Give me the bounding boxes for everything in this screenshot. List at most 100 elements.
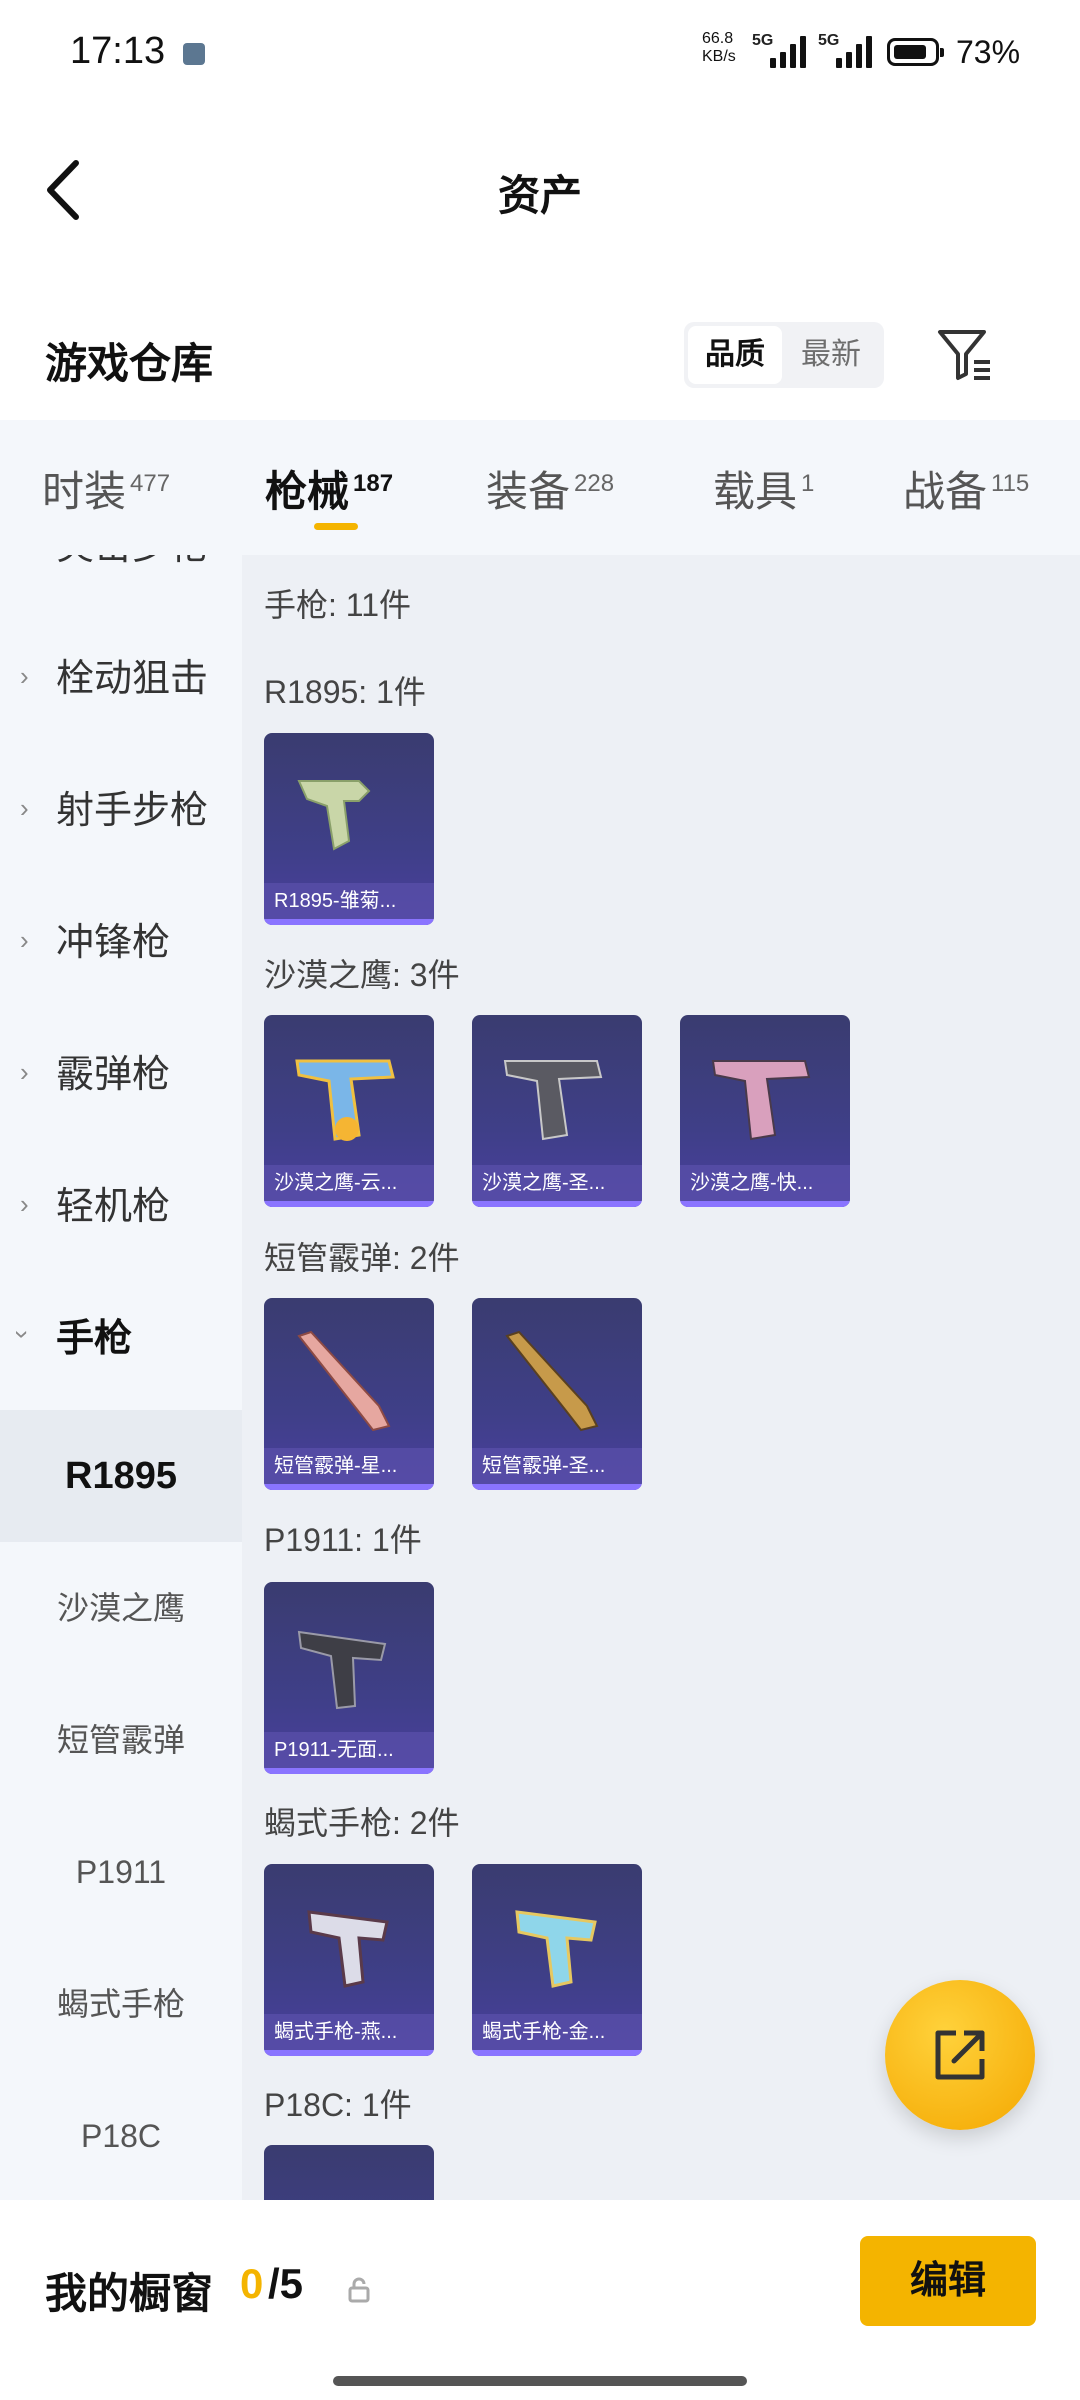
weapon-card[interactable]: 蝎式手枪-金... bbox=[472, 1864, 642, 2056]
tab-vehicles[interactable]: 载具 1 bbox=[713, 458, 814, 519]
pistol-image-icon bbox=[503, 1060, 603, 1141]
showcase-label: 我的橱窗 bbox=[45, 2270, 214, 2317]
showcase-total-count: /5 bbox=[268, 2260, 304, 2307]
sort-latest-button[interactable]: 最新 bbox=[784, 326, 878, 384]
weapon-card[interactable]: 短管霰弹-圣... bbox=[472, 1298, 642, 1490]
weapon-card[interactable] bbox=[264, 2145, 434, 2200]
tab-label: 战备 bbox=[903, 468, 988, 515]
tab-label: 时装 bbox=[42, 468, 127, 515]
weapon-card[interactable]: 沙漠之鹰-云... bbox=[264, 1015, 434, 1207]
weapon-card[interactable]: 蝎式手枪-燕... bbox=[264, 1864, 434, 2056]
weapon-card[interactable]: 短管霰弹-星... bbox=[264, 1298, 434, 1490]
battery-icon bbox=[887, 38, 944, 66]
weapon-card-label: 沙漠之鹰-圣... bbox=[472, 1165, 642, 1201]
signal-type-2: 5G bbox=[818, 32, 840, 49]
page-title: 资产 bbox=[497, 172, 582, 219]
sidebar-item-bolt-sniper[interactable]: › 栓动狙击 bbox=[0, 607, 242, 739]
sort-quality-button[interactable]: 品质 bbox=[688, 326, 782, 384]
share-icon[interactable] bbox=[885, 1980, 1035, 2130]
weapon-card[interactable]: 沙漠之鹰-快... bbox=[680, 1015, 850, 1207]
category-tabs: 时装 477 枪械 187 装备 228 载具 1 战备 115 bbox=[0, 420, 1080, 555]
sidebar-item-label: 突击步枪 bbox=[56, 555, 208, 570]
signal-type-1: 5G bbox=[752, 32, 774, 49]
weapon-card-label: 短管霰弹-圣... bbox=[472, 1448, 642, 1484]
sidebar-item-lmg[interactable]: › 轻机枪 bbox=[0, 1135, 242, 1267]
shotgun-image-icon bbox=[505, 1330, 599, 1432]
sidebar-sub-desert-eagle[interactable]: 沙漠之鹰 bbox=[0, 1542, 242, 1674]
shotgun-image-icon bbox=[297, 1330, 391, 1432]
home-indicator[interactable] bbox=[333, 2376, 747, 2386]
notification-icon bbox=[183, 43, 205, 65]
filter-icon[interactable] bbox=[934, 322, 994, 388]
sidebar-sub-sawed-off[interactable]: 短管霰弹 bbox=[0, 1674, 242, 1806]
weapon-card[interactable]: R1895-雏菊... bbox=[264, 733, 434, 925]
lock-icon bbox=[345, 2276, 373, 2304]
tab-count: 477 bbox=[130, 470, 171, 497]
showcase-bar: 我的橱窗 0 /5 编辑 bbox=[0, 2200, 1080, 2400]
active-tab-indicator bbox=[314, 523, 358, 530]
weapon-category-sidebar: › 突击步枪 › 栓动狙击 › 射手步枪 › 冲锋枪 › 霰弹枪 › 轻机枪 ›… bbox=[0, 555, 242, 2200]
tab-count: 1 bbox=[801, 470, 815, 497]
weapon-card[interactable]: P1911-无面... bbox=[264, 1582, 434, 1774]
sidebar-item-label: 射手步枪 bbox=[56, 790, 209, 832]
group-title: R1895: 1件 bbox=[264, 674, 426, 710]
signal-icon-2: 5G bbox=[818, 32, 878, 68]
smg-pistol-image-icon bbox=[307, 1910, 389, 1988]
signal-icon: 5G bbox=[752, 32, 812, 68]
weapon-card-label: R1895-雏菊... bbox=[264, 883, 434, 919]
weapon-card-label: 蝎式手枪-金... bbox=[472, 2014, 642, 2050]
tab-fashion[interactable]: 时装 477 bbox=[42, 458, 170, 519]
sidebar-sub-p18c[interactable]: P18C bbox=[0, 2070, 242, 2200]
edit-button[interactable]: 编辑 bbox=[860, 2236, 1036, 2326]
sidebar-item-label: 轻机枪 bbox=[56, 1186, 171, 1228]
sidebar-item-shotgun[interactable]: › 霰弹枪 bbox=[0, 1003, 242, 1135]
status-bar: 17:13 66.8 KB/s 5G 5G 73% bbox=[0, 0, 1080, 110]
network-speed: 66.8 KB/s bbox=[702, 30, 736, 66]
showcase-current-count: 0 bbox=[240, 2260, 264, 2307]
pistol-image-icon bbox=[297, 1630, 387, 1710]
tab-count: 228 bbox=[574, 470, 615, 497]
group-title: P18C: 1件 bbox=[264, 2087, 412, 2123]
tab-count: 115 bbox=[991, 470, 1030, 497]
sidebar-item-assault-rifle[interactable]: › 突击步枪 bbox=[0, 555, 242, 607]
sidebar-item-smg[interactable]: › 冲锋枪 bbox=[0, 871, 242, 1003]
weapon-card-label: P1911-无面... bbox=[264, 1732, 434, 1768]
pistol-image-icon bbox=[295, 1059, 395, 1141]
chevron-right-icon: › bbox=[20, 555, 29, 560]
tab-label: 装备 bbox=[486, 468, 571, 515]
group-title: 蝎式手枪: 2件 bbox=[264, 1805, 460, 1841]
weapon-card-label: 沙漠之鹰-云... bbox=[264, 1165, 434, 1201]
sidebar-item-label: 手枪 bbox=[56, 1318, 133, 1360]
sidebar-sub-p1911[interactable]: P1911 bbox=[0, 1806, 242, 1938]
status-time: 17:13 bbox=[70, 30, 166, 72]
chevron-right-icon: › bbox=[20, 1057, 29, 1087]
sort-toggle: 品质 最新 bbox=[684, 322, 884, 388]
weapon-card-label: 短管霰弹-星... bbox=[264, 1448, 434, 1484]
tab-supplies[interactable]: 战备 115 bbox=[903, 458, 1029, 519]
sidebar-item-label: 栓动狙击 bbox=[56, 658, 209, 700]
weapon-card-label: 沙漠之鹰-快... bbox=[680, 1165, 850, 1201]
chevron-right-icon: › bbox=[20, 661, 29, 691]
sidebar-item-label: 冲锋枪 bbox=[56, 922, 171, 964]
pistol-image-icon bbox=[711, 1060, 811, 1141]
sidebar-sub-skorpion[interactable]: 蝎式手枪 bbox=[0, 1938, 242, 2070]
sidebar-sub-r1895[interactable]: R1895 bbox=[0, 1410, 242, 1542]
chevron-right-icon: › bbox=[20, 1189, 29, 1219]
sidebar-item-marksman-rifle[interactable]: › 射手步枪 bbox=[0, 739, 242, 871]
chevron-right-icon: › bbox=[20, 793, 29, 823]
group-title: 短管霰弹: 2件 bbox=[264, 1240, 460, 1276]
sidebar-item-pistol[interactable]: › 手枪 bbox=[0, 1267, 242, 1399]
sidebar-item-label: 霰弹枪 bbox=[56, 1054, 171, 1096]
weapon-card[interactable]: 沙漠之鹰-圣... bbox=[472, 1015, 642, 1207]
smg-pistol-image-icon bbox=[515, 1910, 597, 1988]
chevron-down-icon: › bbox=[7, 1330, 38, 1339]
revolver-image-icon bbox=[297, 780, 371, 851]
chevron-right-icon: › bbox=[20, 925, 29, 955]
tab-guns[interactable]: 枪械 187 bbox=[265, 458, 393, 519]
net-speed-value: 66.8 bbox=[702, 30, 734, 47]
tab-equipment[interactable]: 装备 228 bbox=[486, 458, 614, 519]
warehouse-title: 游戏仓库 bbox=[45, 340, 214, 387]
battery-percent: 73% bbox=[956, 34, 1021, 70]
group-title: 沙漠之鹰: 3件 bbox=[264, 957, 460, 993]
weapon-list: 手枪: 11件 R1895: 1件 R1895-雏菊... 沙漠之鹰: 3件 沙… bbox=[242, 555, 1080, 2200]
